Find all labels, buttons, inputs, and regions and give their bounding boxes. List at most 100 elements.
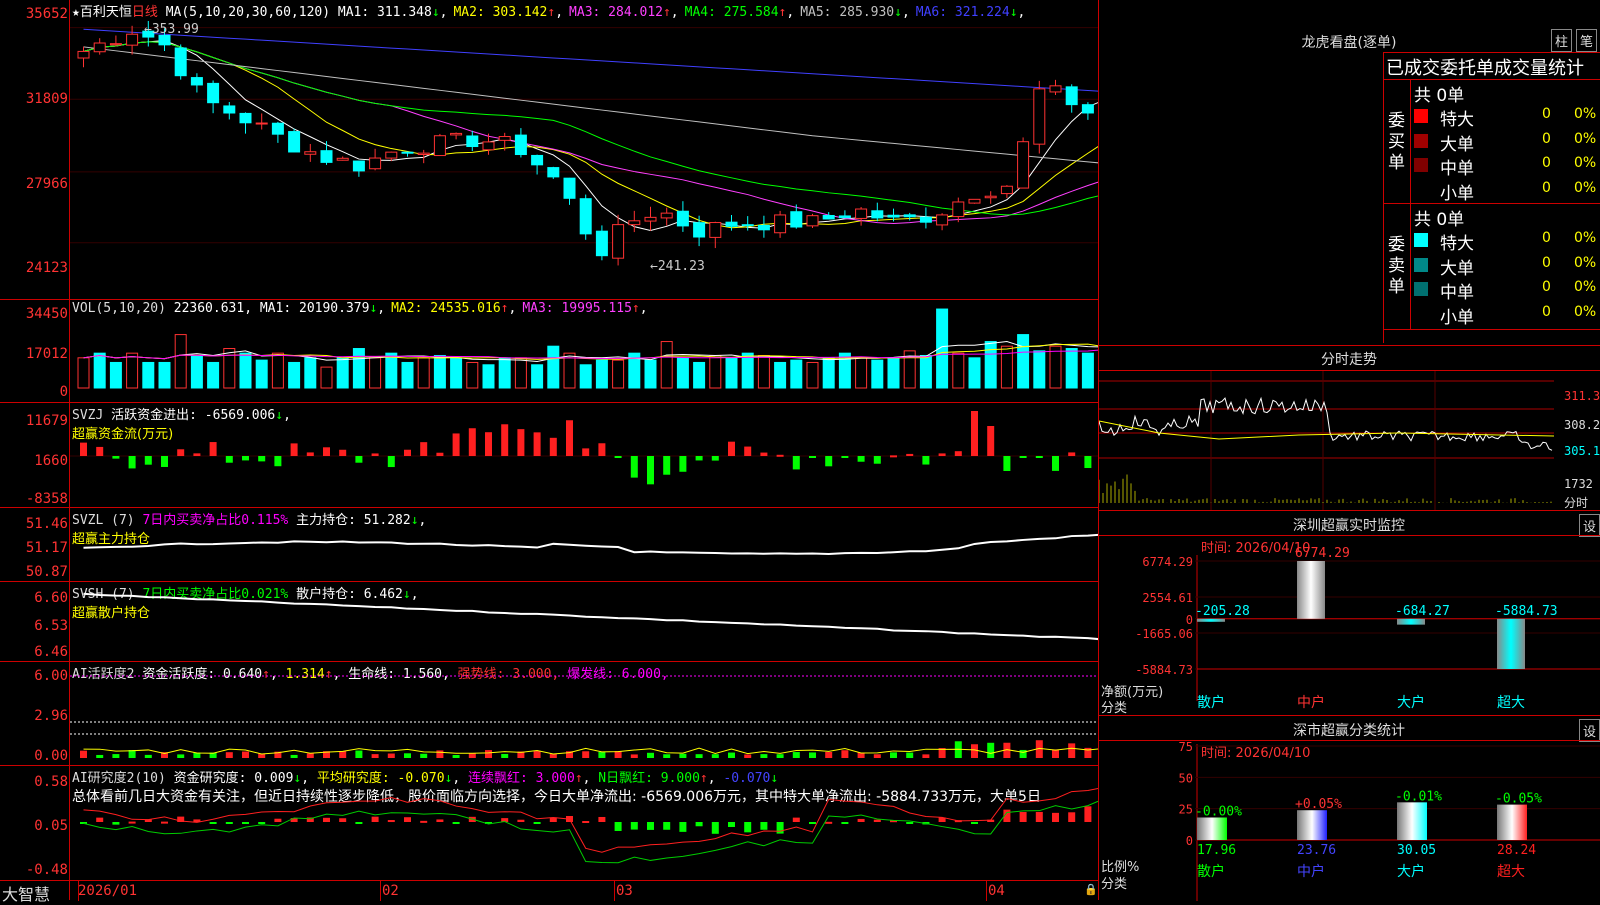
ai2-bar xyxy=(711,822,719,834)
svzj-bar xyxy=(890,455,897,458)
y-axis-divider xyxy=(69,0,70,900)
class-section: 深市超赢分类统计 设 时间: 2026/04/10 75 50 25 0 -0.00% 1… xyxy=(1099,715,1600,901)
ai1-bar xyxy=(792,752,800,758)
candle xyxy=(741,224,754,227)
ai1-bar xyxy=(533,750,541,758)
svzl-chart[interactable] xyxy=(70,508,1098,582)
svzj-bar xyxy=(582,448,590,456)
vol-chart[interactable] xyxy=(70,300,1098,403)
svzj-bar xyxy=(80,442,87,456)
ai2-bar xyxy=(971,822,978,824)
svzj-bar xyxy=(225,456,233,463)
price-ytick: 35652 xyxy=(25,6,68,22)
candle xyxy=(628,220,641,226)
ai2-chart[interactable] xyxy=(70,766,1098,880)
candle xyxy=(385,151,398,159)
order-pct: 0% xyxy=(1574,303,1597,320)
monitor-chart[interactable]: 6774.29 2554.61 0-1665.06 -5884.73 -205.28 散户… xyxy=(1099,511,1600,716)
ai1-bar xyxy=(468,753,476,758)
mon-bar-label: -684.27 xyxy=(1395,604,1450,619)
svsh-chart[interactable] xyxy=(70,582,1098,662)
mon-category: 大户 xyxy=(1397,694,1425,711)
ai2-bar xyxy=(760,822,768,830)
ai2-ytick: 0.05 xyxy=(34,818,68,834)
candle xyxy=(223,105,236,114)
ai1-chart[interactable] xyxy=(70,662,1098,766)
candle xyxy=(1017,141,1030,189)
ai2-green-line xyxy=(83,800,1098,864)
ai1-bar xyxy=(825,751,833,758)
cls-change-label: -0.01% xyxy=(1395,789,1442,804)
candle xyxy=(336,157,349,161)
candle xyxy=(190,77,203,86)
candle xyxy=(1000,185,1013,195)
ai1-ytick: 2.96 xyxy=(34,708,68,724)
ai1-bar xyxy=(177,754,185,758)
svzj-bar xyxy=(1035,456,1043,458)
ai2-bar xyxy=(695,822,703,827)
color-swatch xyxy=(1414,233,1428,247)
svzj-bar xyxy=(355,456,363,463)
vol-bar xyxy=(741,352,754,389)
ai2-bar xyxy=(404,817,411,822)
candle xyxy=(790,211,803,228)
cls-category: 中户 xyxy=(1297,863,1325,880)
ai1-bar xyxy=(371,754,379,758)
ma-line xyxy=(83,41,1098,225)
vol-bar xyxy=(482,364,495,389)
candle xyxy=(563,177,576,199)
svzj-bar xyxy=(1019,456,1027,458)
svzj-bar xyxy=(566,420,573,456)
candle xyxy=(271,122,284,135)
ai2-bar xyxy=(825,821,833,824)
vol-bar xyxy=(514,357,527,389)
zhu-button[interactable]: 柱 xyxy=(1551,29,1573,52)
mon-category: 散户 xyxy=(1197,694,1225,711)
class-chart[interactable]: 75 50 25 0 -0.00% 17.96 散户 +0.05% 23.76 中户 -0.01% 3… xyxy=(1099,716,1600,901)
candle xyxy=(952,201,965,218)
lock-icon[interactable]: 🔒 xyxy=(1084,883,1098,896)
candle xyxy=(126,33,139,46)
candle xyxy=(482,141,495,151)
price-ytick: 27966 xyxy=(25,176,68,192)
intraday-tick: 分时 xyxy=(1564,496,1589,510)
vol-bar xyxy=(676,357,689,389)
candle xyxy=(595,230,608,257)
candle xyxy=(320,150,333,163)
svzj-bar xyxy=(647,456,654,485)
svsh-ytick: 6.46 xyxy=(34,644,68,660)
ai1-bar xyxy=(906,752,914,758)
vol-bar xyxy=(320,366,333,389)
candle xyxy=(1081,104,1094,114)
vol-bar xyxy=(207,361,220,389)
ai2-bar xyxy=(744,822,752,833)
ai2-bar xyxy=(371,816,379,822)
vol-bar xyxy=(255,359,268,389)
intraday-chart[interactable] xyxy=(1099,371,1600,511)
ai2-bar xyxy=(112,822,120,825)
svzj-bar xyxy=(452,433,460,456)
ai1-ytick: 6.00 xyxy=(34,668,68,684)
vol-ytick: 0 xyxy=(59,384,68,400)
candle xyxy=(401,151,414,154)
price-ytick: 31809 xyxy=(25,91,68,107)
color-swatch xyxy=(1414,182,1428,197)
ai2-ytick: 0.58 xyxy=(34,774,68,790)
order-row: 特大 0 0% xyxy=(1414,105,1600,130)
ai1-bar xyxy=(452,754,460,758)
svzj-bar xyxy=(809,456,816,458)
order-name: 中单 xyxy=(1440,159,1474,179)
order-count: 0 xyxy=(1542,130,1551,147)
bi-button[interactable]: 笔 xyxy=(1576,29,1598,52)
buy-label: 委买单 xyxy=(1388,111,1405,173)
ai2-bar xyxy=(728,822,735,827)
candle xyxy=(77,50,90,59)
ai2-bar xyxy=(647,822,654,830)
vol-bar xyxy=(855,357,868,389)
svzj-chart[interactable] xyxy=(70,403,1098,508)
x-tick: 2026/01 xyxy=(78,883,138,899)
svzj-bar xyxy=(128,456,136,469)
price-chart[interactable]: ←353.99 ←241.23 xyxy=(70,0,1098,300)
ai1-bar xyxy=(922,754,930,758)
ai2-bar xyxy=(533,822,541,824)
